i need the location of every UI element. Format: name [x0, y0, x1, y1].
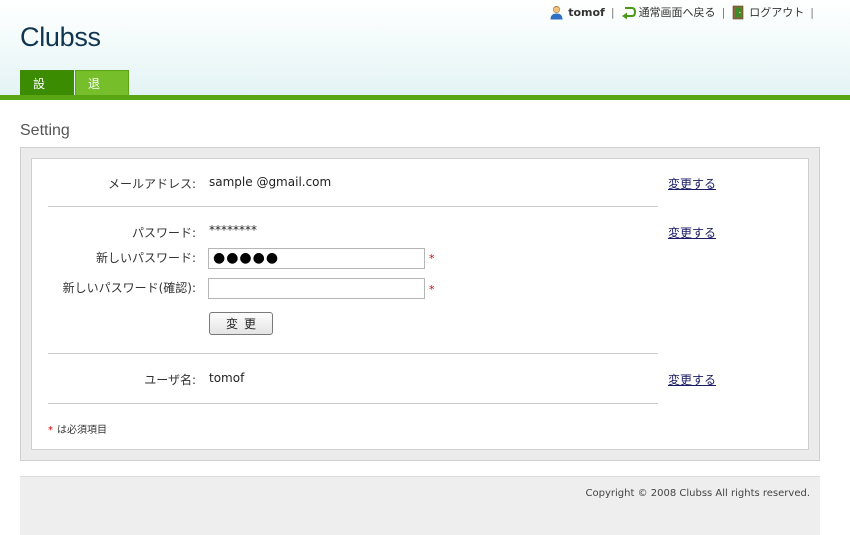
divider: [48, 403, 658, 404]
nav-separator: |: [721, 5, 726, 19]
divider: [48, 353, 658, 354]
tab-withdraw[interactable]: 退会: [75, 70, 129, 117]
divider: [48, 206, 658, 207]
header-divider: [0, 95, 850, 100]
app-logo[interactable]: Clubss: [20, 22, 101, 53]
change-username-link[interactable]: 変更する: [668, 371, 716, 388]
tab-settings[interactable]: 設定: [20, 70, 74, 117]
tab-bar: 設定 退会: [20, 70, 129, 117]
new-password-field[interactable]: ●●●●●: [208, 248, 425, 269]
back-to-normal-link[interactable]: 通常画面へ戻る: [639, 4, 716, 20]
back-arrow-icon[interactable]: [621, 5, 636, 20]
nav-separator: |: [810, 5, 814, 19]
email-label: メールアドレス:: [107, 177, 196, 191]
new-password-label: 新しいパスワード:: [95, 251, 196, 265]
required-note-text: は必須項目: [57, 425, 107, 436]
top-nav: tomof | 通常画面へ戻る | ログアウト |: [549, 3, 820, 21]
logout-door-icon[interactable]: [731, 5, 746, 20]
copyright: Copyright © 2008 Clubss All rights reser…: [585, 488, 810, 499]
required-mark: *: [48, 425, 53, 436]
page-title: Setting: [20, 122, 70, 139]
password-value: ********: [209, 223, 257, 237]
required-mark: *: [429, 283, 435, 296]
change-email-link[interactable]: 変更する: [668, 175, 716, 192]
required-mark: *: [429, 252, 435, 265]
header: Clubss tomof | 通常画面へ戻る | ログアウト | 設定 退会: [0, 0, 850, 117]
username-link[interactable]: tomof: [568, 6, 605, 19]
nav-separator: |: [610, 5, 615, 19]
change-password-link[interactable]: 変更する: [668, 224, 716, 241]
footer: Copyright © 2008 Clubss All rights reser…: [20, 476, 820, 535]
confirm-password-field[interactable]: [208, 278, 425, 299]
change-password-button[interactable]: 変更: [209, 312, 273, 335]
email-value: sample @gmail.com: [209, 175, 332, 189]
username-label: ユーザ名:: [144, 373, 196, 387]
settings-panel: メールアドレス: sample @gmail.com 変更する パスワード: *…: [20, 147, 820, 461]
confirm-password-label: 新しいパスワード(確認):: [62, 281, 196, 295]
logout-link[interactable]: ログアウト: [749, 4, 804, 20]
password-label: パスワード:: [131, 226, 196, 240]
user-icon: [549, 5, 564, 20]
settings-form: メールアドレス: sample @gmail.com 変更する パスワード: *…: [31, 158, 809, 450]
username-value: tomof: [209, 371, 245, 385]
required-note: * は必須項目: [48, 421, 107, 436]
